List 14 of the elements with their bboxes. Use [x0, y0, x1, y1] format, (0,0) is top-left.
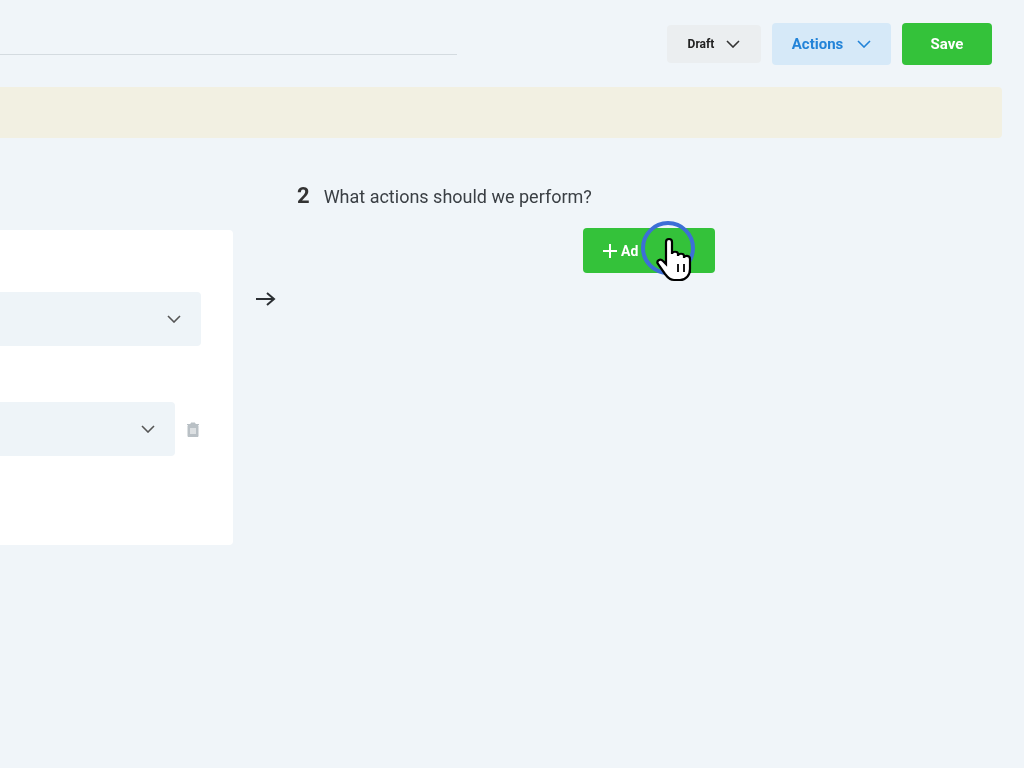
chevron-down-icon: [141, 425, 155, 433]
plus-icon: [603, 243, 617, 258]
step-question: What actions should we perform?: [323, 186, 592, 207]
select-field[interactable]: [0, 402, 175, 456]
save-button[interactable]: Save: [902, 23, 992, 65]
actions-menu-button[interactable]: Actions: [772, 23, 891, 65]
chevron-down-icon: [167, 315, 181, 323]
chevron-down-icon: [857, 40, 872, 48]
status-dropdown[interactable]: Draft: [667, 25, 761, 63]
trash-icon[interactable]: [186, 421, 200, 437]
select-field[interactable]: [0, 292, 201, 346]
chevron-down-icon: [726, 40, 741, 48]
step-number: 2: [297, 183, 310, 208]
arrow-right-icon: [255, 291, 276, 307]
